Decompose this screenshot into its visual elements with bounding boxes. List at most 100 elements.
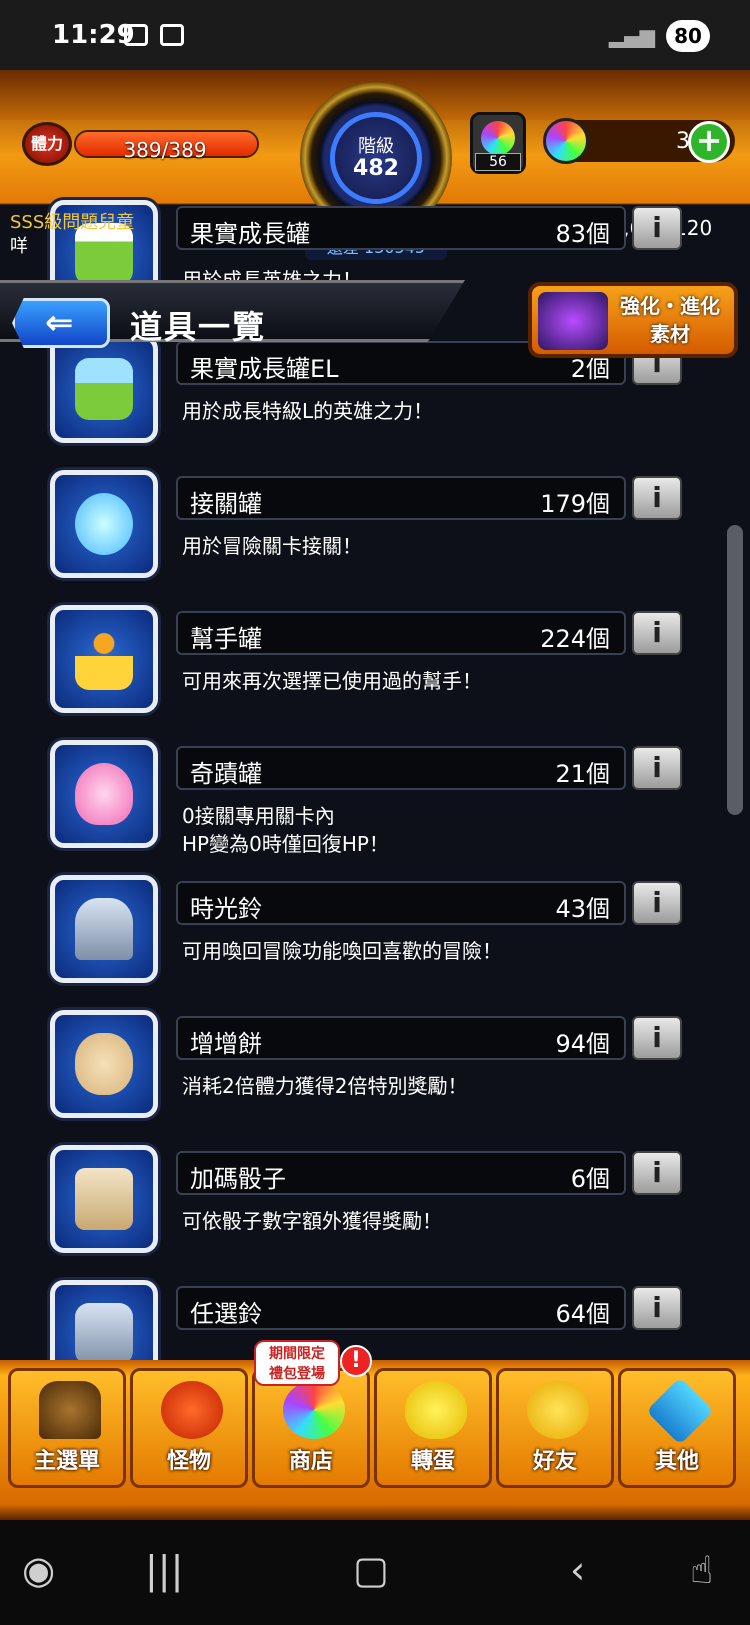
tab-label: 怪物: [166, 1449, 211, 1474]
item-count: 179個: [540, 490, 610, 518]
rainbow-orb-icon: [543, 118, 589, 164]
home-button[interactable]: ▢: [353, 1548, 389, 1592]
back-button[interactable]: ⇐: [12, 298, 110, 348]
item-name: 接關罐: [190, 490, 262, 518]
item-name: 加碼骰子: [190, 1165, 286, 1193]
tab-label: 好友: [532, 1449, 577, 1474]
item-info-button[interactable]: i: [632, 1016, 682, 1060]
cookie-icon: [75, 1033, 133, 1095]
item-name: 增增餅: [190, 1030, 262, 1058]
list-item[interactable]: 時光鈴 43個 i 可用喚回冒險功能喚回喜歡的冒險！: [0, 875, 720, 1015]
tab-label: 主選單: [33, 1449, 100, 1474]
list-item[interactable]: 接關罐 179個 i 用於冒險關卡接關！: [0, 470, 720, 610]
item-count: 64個: [555, 1300, 610, 1328]
item-info-button[interactable]: i: [632, 1151, 682, 1195]
continue-jar-icon: [75, 493, 133, 555]
back-nav-button[interactable]: ‹: [570, 1548, 585, 1592]
promo-badge[interactable]: 期間限定 禮包登場: [254, 1340, 340, 1386]
list-scrollbar[interactable]: [727, 525, 743, 815]
helper-jar-icon: [75, 628, 133, 690]
tab-main-menu[interactable]: 主選單: [8, 1368, 126, 1488]
item-count: 21個: [555, 760, 610, 788]
enhance-evolve-label: 強化・進化 素材: [620, 294, 720, 346]
orb-crate-button[interactable]: 56: [470, 112, 526, 174]
item-name-bar: 增增餅 94個: [176, 1016, 626, 1060]
alert-badge: !: [340, 1345, 372, 1377]
item-name-bar: 奇蹟罐 21個: [176, 746, 626, 790]
player-name: 咩: [10, 236, 28, 257]
item-count: 224個: [540, 625, 610, 653]
list-item[interactable]: 加碼骰子 6個 i 可依骰子數字額外獲得獎勵！: [0, 1145, 720, 1285]
system-nav-bar: ◉ ||| ▢ ‹ ☝: [0, 1520, 750, 1625]
item-icon: [50, 335, 158, 443]
rank-value: 482: [353, 156, 399, 181]
item-description: 用於成長特級L的英雄之力！: [182, 399, 434, 423]
item-count: 6個: [570, 1165, 610, 1193]
item-name: 奇蹟罐: [190, 760, 262, 788]
item-count: 94個: [555, 1030, 610, 1058]
item-count: 43個: [555, 895, 610, 923]
item-info-button[interactable]: i: [632, 611, 682, 655]
item-icon: [50, 1280, 158, 1360]
friends-icon: [527, 1381, 589, 1439]
item-name-bar: 果實成長罐 83個: [176, 206, 626, 250]
enhance-evolve-materials-button[interactable]: 強化・進化 素材: [528, 282, 738, 358]
list-item[interactable]: 增增餅 94個 i 消耗2倍體力獲得2倍特別獎勵！: [0, 1010, 720, 1150]
item-name-bar: 任選鈴 64個: [176, 1286, 626, 1330]
shop-orb-icon: [283, 1381, 345, 1439]
egg-icon: [405, 1381, 467, 1439]
other-icon: [646, 1377, 714, 1445]
tab-friends[interactable]: 好友: [496, 1368, 614, 1488]
list-item[interactable]: 奇蹟罐 21個 i 0接關專用關卡內 HP變為0時僅回復HP！: [0, 740, 720, 880]
game-controller-icon[interactable]: ◉: [22, 1548, 55, 1592]
status-bar: 11:29 ▂▄▆ 80: [0, 0, 750, 70]
tab-shop[interactable]: 商店: [252, 1368, 370, 1488]
touch-lock-icon[interactable]: ☝: [690, 1548, 713, 1592]
buy-orbs-button[interactable]: +: [688, 121, 730, 163]
item-icon: [50, 1145, 158, 1253]
orb-crate-count: 56: [475, 153, 521, 171]
castle-icon: [39, 1381, 101, 1439]
item-info-button[interactable]: i: [632, 746, 682, 790]
rank-label: 階級: [358, 136, 394, 157]
item-info-button[interactable]: i: [632, 1286, 682, 1330]
miracle-jar-heart-icon: [75, 763, 133, 825]
item-description: 可依骰子數字額外獲得獎勵！: [182, 1209, 442, 1233]
item-info-button[interactable]: i: [632, 476, 682, 520]
screenshot-icon: [124, 24, 148, 46]
item-description: 用於冒險關卡接關！: [182, 534, 362, 558]
orb-icon: [481, 121, 515, 155]
tab-label: 商店: [288, 1449, 333, 1474]
status-time: 11:29: [52, 20, 135, 50]
list-item[interactable]: 幫手罐 224個 i 可用來再次選擇已使用過的幫手！: [0, 605, 720, 745]
back-arrow-icon: ⇐: [45, 303, 74, 343]
item-name-bar: 時光鈴 43個: [176, 881, 626, 925]
item-icon: [50, 740, 158, 848]
item-name: 任選鈴: [190, 1300, 262, 1328]
item-name: 果實成長罐EL: [190, 355, 339, 383]
recents-button[interactable]: |||: [145, 1548, 183, 1592]
tab-other[interactable]: 其他: [618, 1368, 736, 1488]
select-bell-icon: [75, 1303, 133, 1360]
item-description: 可用喚回冒險功能喚回喜歡的冒險！: [182, 939, 502, 963]
item-description: 消耗2倍體力獲得2倍特別獎勵！: [182, 1074, 468, 1098]
item-info-button[interactable]: i: [632, 206, 682, 250]
tab-gacha[interactable]: 轉蛋: [374, 1368, 492, 1488]
notes-icon: [160, 24, 184, 46]
item-name-bar: 幫手罐 224個: [176, 611, 626, 655]
dice-icon: [75, 1168, 133, 1230]
orb-count: 3: [676, 129, 690, 154]
item-info-button[interactable]: i: [632, 881, 682, 925]
item-icon: [50, 875, 158, 983]
monster-icon: [161, 1381, 223, 1439]
item-name-bar: 接關罐 179個: [176, 476, 626, 520]
item-name: 幫手罐: [190, 625, 262, 653]
tab-monsters[interactable]: 怪物: [130, 1368, 248, 1488]
fruit-jar-el-icon: [75, 358, 133, 420]
battery-indicator: 80: [666, 20, 710, 52]
tab-label: 其他: [654, 1449, 699, 1474]
item-name-bar: 加碼骰子 6個: [176, 1151, 626, 1195]
tab-label: 轉蛋: [410, 1449, 455, 1474]
page-title: 道具一覽: [130, 308, 267, 346]
item-description: 0接關專用關卡內 HP變為0時僅回復HP！: [182, 804, 389, 856]
